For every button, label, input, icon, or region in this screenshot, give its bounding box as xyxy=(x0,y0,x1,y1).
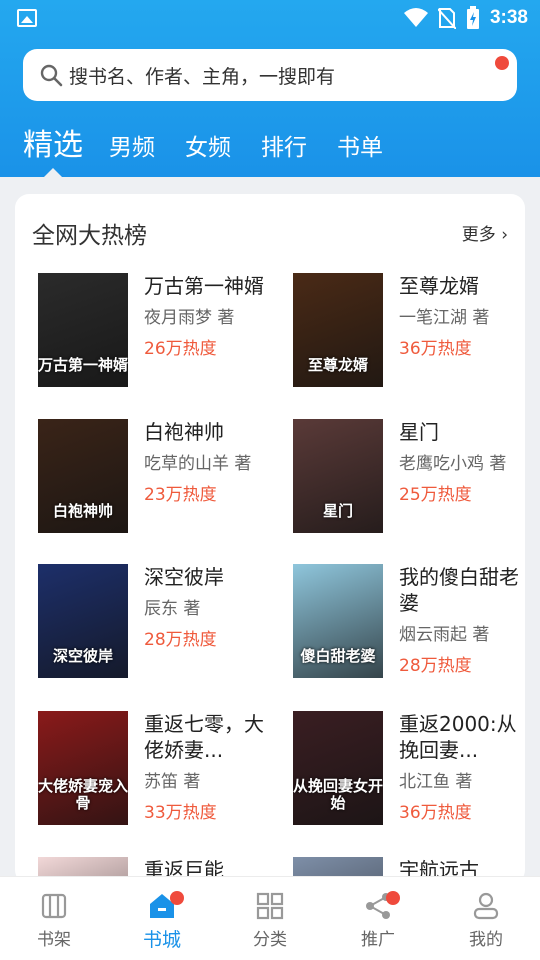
no-sim-icon xyxy=(437,8,456,29)
book-author: 北江鱼 著 xyxy=(399,772,473,792)
book-author: 夜月雨梦 著 xyxy=(144,308,235,328)
category-icon xyxy=(256,892,284,920)
battery-charging-icon xyxy=(466,6,479,29)
book-heat: 36万热度 xyxy=(399,803,472,823)
book-title[interactable]: 白袍神帅 xyxy=(144,419,276,445)
book-info: 万古第一神婿夜月雨梦 著 26万热度 xyxy=(144,273,276,360)
tab-featured[interactable]: 精选 xyxy=(23,120,83,164)
book-heat: 28万热度 xyxy=(144,630,217,650)
hot-ranking-card: 全网大热榜 更多 › 万古第一神婿 万古第一神婿 夜月雨梦 著 26万热度 至尊龙婿 至尊… xyxy=(15,194,525,884)
book-cover[interactable]: 傻白甜老婆 xyxy=(293,564,383,678)
book-heat: 28万热度 xyxy=(399,656,472,676)
nav-profile[interactable]: 我的 xyxy=(432,877,540,960)
book-item[interactable]: 傻白甜老婆 我的傻白甜老婆烟云雨起 著 28万热度 xyxy=(293,564,525,684)
book-heat: 33万热度 xyxy=(144,803,217,823)
book-info: 深空彼岸辰东 著 28万热度 xyxy=(144,564,276,651)
search-icon xyxy=(40,64,63,87)
book-info: 重返2000:从挽回妻... 北江鱼 著 36万热度 xyxy=(399,711,525,824)
tab-ranking[interactable]: 排行 xyxy=(261,128,307,162)
book-heat: 25万热度 xyxy=(399,485,472,505)
bookshelf-icon xyxy=(41,893,67,919)
book-title[interactable]: 重返七零，大佬娇妻... xyxy=(144,711,276,763)
book-cover-title: 星门 xyxy=(322,501,353,520)
book-item[interactable]: 星门 星门 老鹰吃小鸡 著 25万热度 xyxy=(293,419,525,539)
book-cover-title: 大佬娇妻宠入骨 xyxy=(38,777,128,812)
book-heat: 26万热度 xyxy=(144,339,217,359)
bottom-navigation: 书架 书城 分类 推广 我的 xyxy=(0,876,540,960)
book-info: 重返七零，大佬娇妻... 苏笛 著 33万热度 xyxy=(144,711,276,824)
nav-promote[interactable]: 推广 xyxy=(324,877,432,960)
book-author: 辰东 著 xyxy=(144,599,201,619)
book-info: 至尊龙婿一笔江湖 著 36万热度 xyxy=(399,273,525,360)
book-item[interactable]: 大佬娇妻宠入骨 重返七零，大佬娇妻... 苏笛 著 33万热度 xyxy=(38,711,278,831)
profile-icon xyxy=(473,892,499,920)
image-notification-icon xyxy=(17,9,37,27)
book-item[interactable]: 至尊龙婿 至尊龙婿 一笔江湖 著 36万热度 xyxy=(293,273,525,393)
book-cover-title: 至尊龙婿 xyxy=(307,355,368,374)
book-cover-title: 万古第一神婿 xyxy=(38,355,128,374)
book-cover[interactable]: 从挽回妻女开始 xyxy=(293,711,383,825)
book-title[interactable]: 重返2000:从挽回妻... xyxy=(399,711,525,763)
search-badge-dot xyxy=(495,56,509,70)
book-item[interactable]: 深空彼岸 深空彼岸 辰东 著 28万热度 xyxy=(38,564,278,684)
book-title[interactable]: 至尊龙婿 xyxy=(399,273,525,299)
book-item[interactable]: 万古第一神婿 万古第一神婿 夜月雨梦 著 26万热度 xyxy=(38,273,278,393)
book-item[interactable]: 白袍神帅 白袍神帅 吃草的山羊 著 23万热度 xyxy=(38,419,278,539)
tab-male[interactable]: 男频 xyxy=(109,128,155,162)
promote-badge-dot xyxy=(386,891,400,905)
wifi-icon xyxy=(403,8,428,27)
book-cover-title: 傻白甜老婆 xyxy=(300,646,376,665)
book-cover[interactable]: 万古第一神婿 xyxy=(38,273,128,387)
book-heat: 23万热度 xyxy=(144,485,217,505)
book-info: 星门老鹰吃小鸡 著 25万热度 xyxy=(399,419,525,506)
book-title[interactable]: 我的傻白甜老婆 xyxy=(399,564,525,616)
nav-category[interactable]: 分类 xyxy=(216,877,324,960)
book-cover[interactable]: 至尊龙婿 xyxy=(293,273,383,387)
tab-booklist[interactable]: 书单 xyxy=(337,128,383,162)
book-cover[interactable]: 大佬娇妻宠入骨 xyxy=(38,711,128,825)
nav-bookshelf[interactable]: 书架 xyxy=(0,877,108,960)
book-cover[interactable]: 星门 xyxy=(293,419,383,533)
category-tabs: 精选 男频 女频 排行 书单 xyxy=(23,120,413,168)
search-placeholder: 搜书名、作者、主角，一搜即有 xyxy=(69,65,336,88)
book-author: 老鹰吃小鸡 著 xyxy=(399,454,507,474)
book-item[interactable]: 从挽回妻女开始 重返2000:从挽回妻... 北江鱼 著 36万热度 xyxy=(293,711,525,831)
book-cover-title: 白袍神帅 xyxy=(52,501,113,520)
book-title[interactable]: 万古第一神婿 xyxy=(144,273,276,299)
book-cover-title: 深空彼岸 xyxy=(52,646,113,665)
book-title[interactable]: 深空彼岸 xyxy=(144,564,276,590)
active-tab-indicator xyxy=(44,168,62,177)
book-info: 白袍神帅吃草的山羊 著 23万热度 xyxy=(144,419,276,506)
book-cover[interactable]: 白袍神帅 xyxy=(38,419,128,533)
chevron-right-icon: › xyxy=(501,225,508,245)
clock: 3:38 xyxy=(489,7,528,28)
book-author: 烟云雨起 著 xyxy=(399,625,490,645)
header: 3:38 搜书名、作者、主角，一搜即有 精选 男频 女频 排行 书单 xyxy=(0,0,540,177)
book-heat: 36万热度 xyxy=(399,339,472,359)
book-author: 一笔江湖 著 xyxy=(399,308,490,328)
more-link[interactable]: 更多 › xyxy=(462,220,508,245)
bookstore-badge-dot xyxy=(170,891,184,905)
book-title[interactable]: 星门 xyxy=(399,419,525,445)
book-author: 吃草的山羊 著 xyxy=(144,454,252,474)
section-title: 全网大热榜 xyxy=(32,223,147,249)
book-author: 苏笛 著 xyxy=(144,772,201,792)
book-cover-title: 从挽回妻女开始 xyxy=(293,777,383,812)
search-bar[interactable]: 搜书名、作者、主角，一搜即有 xyxy=(23,49,517,101)
book-info: 我的傻白甜老婆烟云雨起 著 28万热度 xyxy=(399,564,525,677)
book-cover[interactable]: 深空彼岸 xyxy=(38,564,128,678)
tab-female[interactable]: 女频 xyxy=(185,128,231,162)
status-bar: 3:38 xyxy=(0,0,540,36)
nav-bookstore[interactable]: 书城 xyxy=(108,877,216,960)
